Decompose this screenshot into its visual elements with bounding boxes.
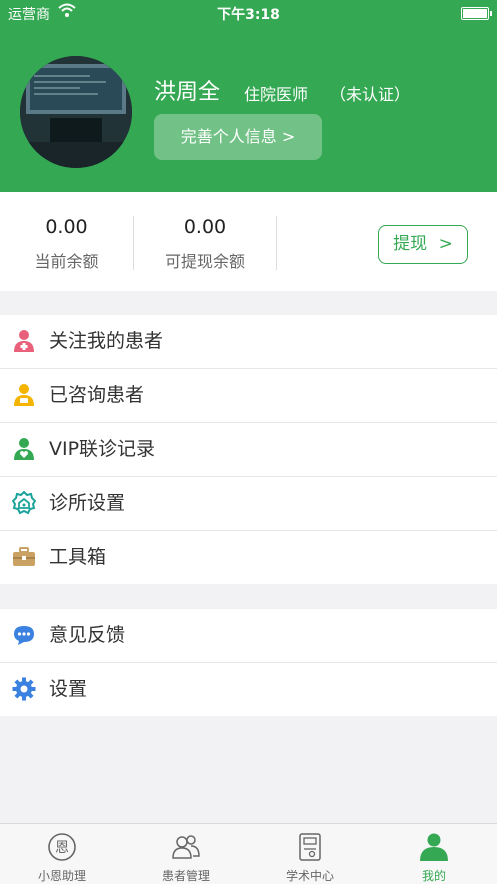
tab-profile[interactable]: 我的 <box>372 824 496 884</box>
menu-item-settings[interactable]: 设置 <box>0 663 497 716</box>
withdrawable-balance: 0.00 可提现余额 <box>134 216 276 272</box>
tab-assistant[interactable]: 恩 小恩助理 <box>0 824 124 884</box>
current-balance-label: 当前余额 <box>34 252 99 271</box>
menu-item-feedback[interactable]: 意见反馈 <box>0 609 497 663</box>
menu-item-label: 关注我的患者 <box>49 330 164 352</box>
menu-item-consulted-patients[interactable]: 已咨询患者 <box>0 369 497 423</box>
menu-group-primary: 关注我的患者 已咨询患者 VIP联诊记录 诊所设置 工具箱 <box>0 315 497 584</box>
tab-label: 我的 <box>421 869 446 883</box>
avatar-photo <box>20 56 132 168</box>
battery-icon <box>461 7 492 20</box>
menu-item-toolbox[interactable]: 工具箱 <box>0 531 497 584</box>
current-balance: 0.00 当前余额 <box>0 216 133 272</box>
clinic-settings-icon <box>12 491 36 515</box>
balance-panel: 0.00 当前余额 0.00 可提现余额 提现 > <box>0 192 497 291</box>
menu-item-label: VIP联诊记录 <box>49 438 156 460</box>
auth-status: （未认证） <box>330 85 411 104</box>
chevron-right-icon: > <box>438 234 453 254</box>
doctor-name: 洪周全 <box>154 80 221 105</box>
toolbox-icon <box>13 547 35 566</box>
assistant-icon-glyph: 恩 <box>55 840 69 856</box>
tab-patients[interactable]: 患者管理 <box>124 824 248 884</box>
menu-item-label: 意见反馈 <box>49 624 126 646</box>
tab-academic[interactable]: 学术中心 <box>248 824 372 884</box>
menu-item-label: 已咨询患者 <box>49 384 145 406</box>
vip-record-icon <box>14 438 34 460</box>
menu-item-vip-records[interactable]: VIP联诊记录 <box>0 423 497 477</box>
withdraw-label: 提现 <box>393 234 428 254</box>
status-bar: 运营商 下午3:18 <box>0 0 497 26</box>
withdraw-button[interactable]: 提现 > <box>378 225 468 264</box>
tab-label: 小恩助理 <box>37 869 86 883</box>
menu-item-label: 诊所设置 <box>49 492 126 514</box>
profile-icon <box>420 833 448 861</box>
clock: 下午3:18 <box>217 7 280 23</box>
menu-item-label: 设置 <box>49 678 88 700</box>
tab-bar: 恩 小恩助理 患者管理 学术中心 我的 <box>0 823 497 884</box>
patient-follow-icon <box>14 330 34 352</box>
menu-item-followed-patients[interactable]: 关注我的患者 <box>0 315 497 369</box>
menu-item-clinic-settings[interactable]: 诊所设置 <box>0 477 497 531</box>
patients-icon <box>172 835 200 859</box>
tab-label: 学术中心 <box>285 869 334 883</box>
academic-icon <box>299 833 321 861</box>
consulted-patient-icon <box>14 384 34 406</box>
withdrawable-balance-value: 0.00 <box>183 216 227 238</box>
divider <box>276 216 277 270</box>
feedback-icon <box>14 626 34 645</box>
menu-group-secondary: 意见反馈 设置 <box>0 609 497 716</box>
doctor-title: 住院医师 <box>244 85 309 104</box>
current-balance-value: 0.00 <box>45 216 88 238</box>
tab-label: 患者管理 <box>161 869 210 883</box>
profile-header: 洪周全 住院医师 （未认证） 完善个人信息 > <box>0 26 497 192</box>
complete-profile-button[interactable]: 完善个人信息 > <box>154 114 322 160</box>
avatar[interactable] <box>20 56 132 168</box>
menu-item-label: 工具箱 <box>49 546 107 568</box>
withdrawable-balance-label: 可提现余额 <box>164 252 245 271</box>
assistant-icon: 恩 <box>48 833 76 861</box>
gear-icon <box>12 677 36 701</box>
